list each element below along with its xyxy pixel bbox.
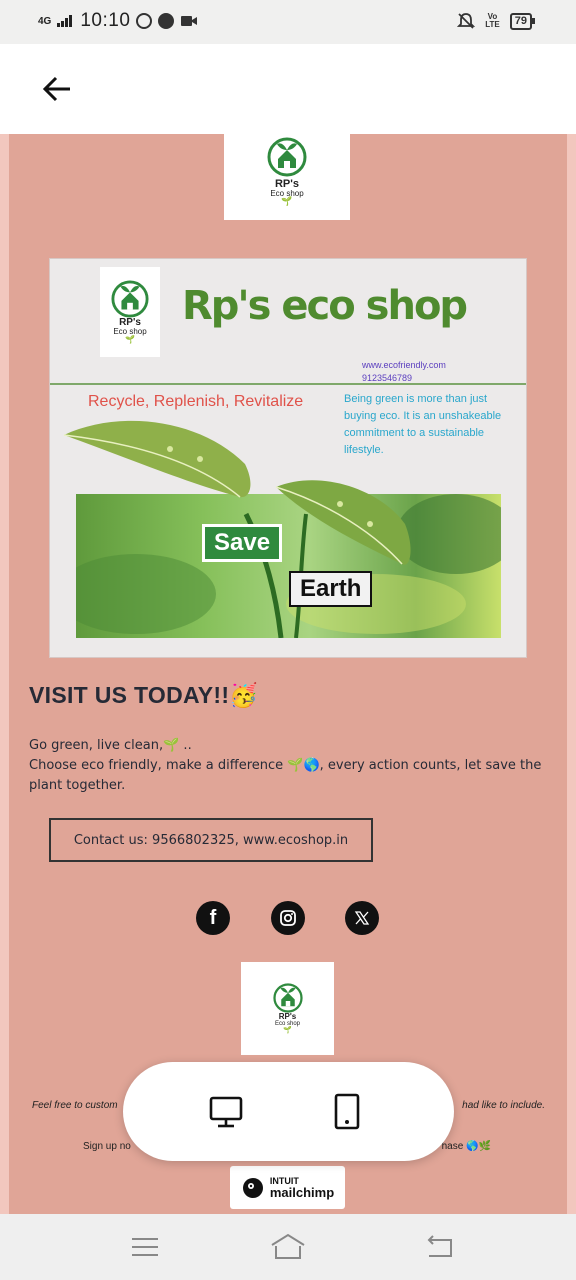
mobile-phone-icon[interactable] (325, 1090, 369, 1134)
battery-indicator: 79 (509, 12, 536, 30)
eco-house-icon (272, 983, 303, 1013)
sprout-icon: 🌱 (283, 1026, 292, 1034)
email-body-text: Go green, live clean,🌱 .. Choose eco fri… (29, 736, 554, 796)
footer-note-right: had like to include. (462, 1100, 545, 1111)
save-label-box: Save (202, 524, 283, 562)
volte-indicator: Vo LTE (485, 12, 500, 29)
x-icon[interactable] (345, 901, 379, 935)
email-preview: RP's Eco shop 🌱 RP's Eco shop 🌱 Rp's eco… (9, 134, 567, 1214)
contact-button[interactable]: Contact us: 9566802325, www.ecoshop.in (49, 818, 373, 862)
app-bar (0, 44, 576, 134)
earth-label-box: Earth (289, 571, 373, 607)
back-return-icon[interactable] (424, 1232, 456, 1262)
preview-mode-toggle (123, 1062, 454, 1161)
status-time: 10:10 (80, 10, 131, 31)
promo-banner: RP's Eco shop 🌱 Rp's eco shop www.ecofri… (49, 258, 527, 658)
sprout-icon: 🌱 (281, 197, 293, 207)
footer-signup-right: hase 🌎🌿 (441, 1141, 491, 1152)
home-icon[interactable] (269, 1232, 307, 1262)
facebook-icon[interactable]: f (196, 901, 230, 935)
notifications-off-icon (457, 13, 476, 29)
body-line-1: Go green, live clean,🌱 .. (29, 738, 192, 753)
status-bar: 4G 10:10 Vo LTE 79 (0, 0, 576, 44)
mailchimp-logo-icon (242, 1177, 263, 1198)
speedometer-icon (158, 13, 175, 29)
instagram-icon[interactable] (271, 901, 305, 935)
eco-house-icon (267, 137, 307, 177)
mailchimp-wordmark: mailchimp (269, 1184, 335, 1200)
top-logo: RP's Eco shop 🌱 (224, 134, 350, 220)
body-line-2: Choose eco friendly, make a difference 🌱… (29, 758, 542, 793)
video-camera-icon (181, 16, 198, 26)
desktop-monitor-icon[interactable] (204, 1090, 248, 1134)
menu-lines-icon[interactable] (129, 1232, 161, 1262)
arrow-left-icon[interactable] (40, 71, 76, 107)
footer-note-left: Feel free to custom (32, 1100, 118, 1111)
network-type: 4G (38, 15, 52, 27)
system-nav-bar (0, 1214, 576, 1280)
footer-logo: RP's Eco shop 🌱 (241, 962, 334, 1055)
signal-icon (57, 15, 73, 27)
logo-name: RP's (278, 1012, 297, 1021)
whatsapp-icon (136, 13, 153, 29)
visit-heading: VISIT US TODAY!!🥳 (29, 682, 259, 708)
mailchimp-badge[interactable]: INTUIT mailchimp (230, 1166, 345, 1209)
footer-signup-left: Sign up no (83, 1141, 131, 1152)
